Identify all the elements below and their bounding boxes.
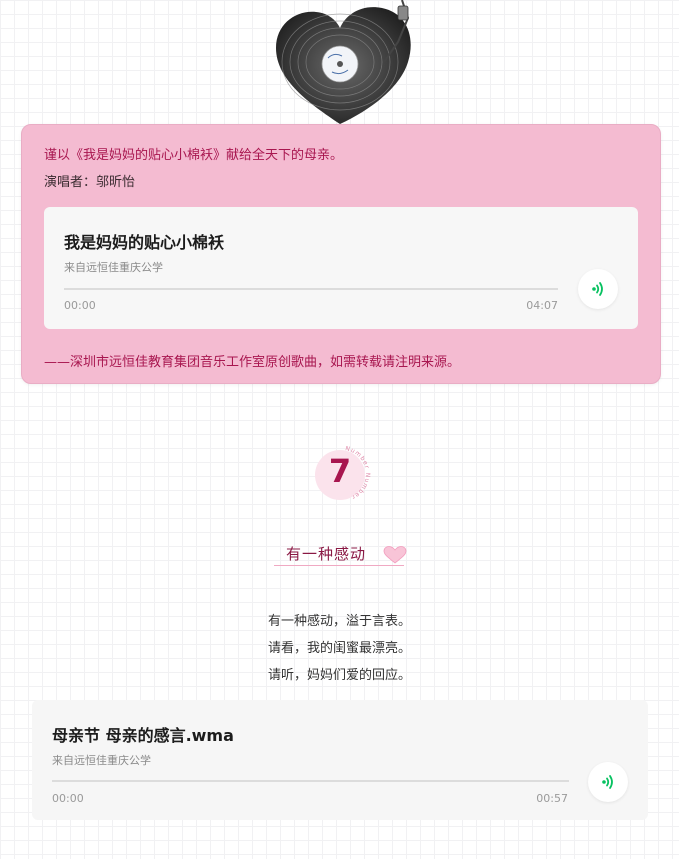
section-title: 有一种感动	[286, 545, 367, 563]
play-button[interactable]	[588, 762, 628, 802]
audio-player-message[interactable]: 母亲节 母亲的感言.wma 来自远恒佳重庆公学 00:00 00:57	[32, 700, 648, 820]
poem-line-1: 有一种感动，溢于言表。	[267, 614, 411, 629]
audio-progress-bar[interactable]	[52, 780, 569, 782]
audio-source: 来自远恒佳重庆公学	[64, 261, 163, 274]
heart-vinyl-record-icon	[270, 0, 430, 124]
sound-wave-icon	[602, 775, 613, 789]
heart-icon	[383, 546, 407, 568]
dedication-text: 谨以《我是妈妈的贴心小棉袄》献给全天下的母亲。	[44, 148, 344, 163]
audio-current-time: 00:00	[64, 299, 96, 312]
audio-title: 母亲节 母亲的感言.wma	[52, 726, 234, 745]
poem-line-2: 请看，我的闺蜜最漂亮。	[267, 641, 411, 656]
audio-source: 来自远恒佳重庆公学	[52, 754, 151, 767]
audio-current-time: 00:00	[52, 792, 84, 805]
dedication-card: 谨以《我是妈妈的贴心小棉袄》献给全天下的母亲。 演唱者：邬昕怡 我是妈妈的贴心小…	[21, 124, 661, 384]
play-button[interactable]	[578, 269, 618, 309]
audio-title: 我是妈妈的贴心小棉袄	[64, 233, 225, 252]
singer-text: 演唱者：邬昕怡	[44, 175, 136, 190]
audio-duration: 04:07	[526, 299, 558, 312]
audio-progress-bar[interactable]	[64, 288, 558, 290]
poem-line-3: 请听，妈妈们爱的回应。	[267, 668, 411, 683]
audio-player-song[interactable]: 我是妈妈的贴心小棉袄 来自远恒佳重庆公学 00:00 04:07	[44, 207, 638, 329]
sound-wave-icon	[592, 282, 603, 296]
audio-duration: 00:57	[536, 792, 568, 805]
section-number: 7	[328, 452, 352, 490]
copyright-credit: ——深圳市远恒佳教育集团音乐工作室原创歌曲，如需转载请注明来源。	[44, 355, 461, 370]
section-number-badge: Number Number 7	[312, 446, 372, 506]
